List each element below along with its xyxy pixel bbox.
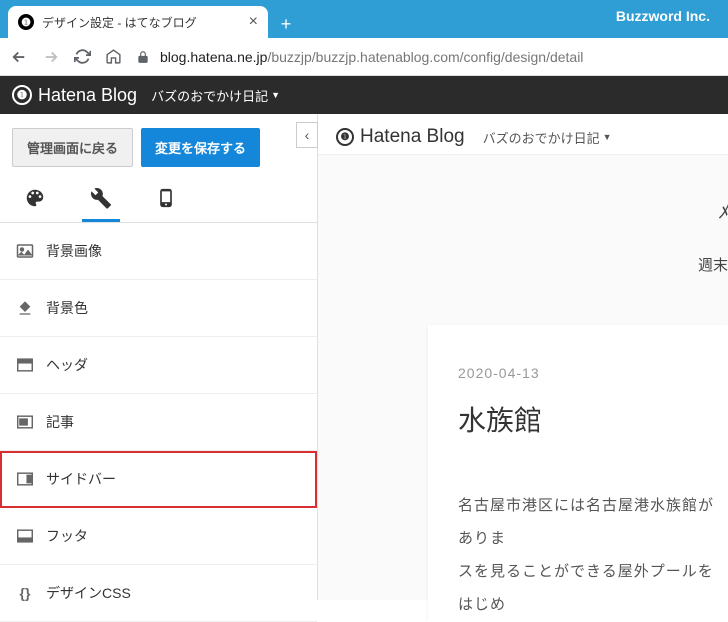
design-sidebar: 管理画面に戻る 変更を保存する 背景画像 bbox=[0, 114, 318, 600]
hatena-favicon: ❶ bbox=[18, 14, 34, 30]
preview-pane: ‹ ❶ Hatena Blog バズのおでかけ日記 ▼ ﾒ 週末 2020-04… bbox=[318, 114, 728, 600]
hatena-header: ❶ Hatena Blog バズのおでかけ日記 ▼ bbox=[0, 76, 728, 114]
menu-footer[interactable]: フッタ bbox=[0, 508, 317, 565]
paint-icon bbox=[16, 299, 34, 317]
preview-blog-selector[interactable]: バズのおでかけ日記 ▼ bbox=[483, 128, 612, 147]
home-icon[interactable] bbox=[105, 48, 122, 65]
design-menu: 背景画像 背景色 ヘッダ 記事 bbox=[0, 223, 317, 622]
hatena-logo-icon: ❶ bbox=[336, 128, 354, 146]
back-icon[interactable] bbox=[10, 48, 28, 66]
back-to-admin-button[interactable]: 管理画面に戻る bbox=[12, 128, 133, 167]
preview-body: ﾒ 週末 2020-04-13 水族館 名古屋市港区には名古屋港水族館がありま … bbox=[318, 155, 728, 621]
menu-background-color[interactable]: 背景色 bbox=[0, 280, 317, 337]
hatena-logo[interactable]: ❶ Hatena Blog bbox=[12, 85, 137, 106]
menu-design-css[interactable]: {} デザインCSS bbox=[0, 565, 317, 622]
menu-header[interactable]: ヘッダ bbox=[0, 337, 317, 394]
browser-titlebar: ❶ デザイン設定 - はてなブログ × + Buzzword Inc. bbox=[0, 0, 728, 38]
menu-sidebar[interactable]: サイドバー bbox=[0, 451, 317, 508]
preview-hatena-logo[interactable]: ❶ Hatena Blog bbox=[336, 126, 465, 148]
preview-article: 2020-04-13 水族館 名古屋市港区には名古屋港水族館がありま スを見るこ… bbox=[428, 325, 728, 621]
url-text: blog.hatena.ne.jp/buzzjp/buzzjp.hatenabl… bbox=[160, 49, 583, 65]
code-icon: {} bbox=[16, 585, 34, 601]
article-body: 名古屋市港区には名古屋港水族館がありま スを見ることができる屋外プールをはじめ bbox=[458, 489, 728, 621]
tab-palette[interactable] bbox=[16, 181, 54, 222]
hatena-logo-icon: ❶ bbox=[12, 85, 32, 105]
chevron-down-icon: ▼ bbox=[271, 90, 280, 100]
save-button[interactable]: 変更を保存する bbox=[141, 128, 260, 167]
preview-header: ❶ Hatena Blog バズのおでかけ日記 ▼ bbox=[318, 114, 728, 155]
url-bar[interactable]: blog.hatena.ne.jp/buzzjp/buzzjp.hatenabl… bbox=[136, 49, 583, 65]
sidebar-actions: 管理画面に戻る 変更を保存する bbox=[0, 114, 317, 181]
menu-article[interactable]: 記事 bbox=[0, 394, 317, 451]
blog-selector[interactable]: バズのおでかけ日記 ▼ bbox=[151, 86, 280, 105]
article-date[interactable]: 2020-04-13 bbox=[458, 365, 728, 381]
new-tab-button[interactable]: + bbox=[272, 10, 300, 38]
hatena-logo-text: Hatena Blog bbox=[38, 85, 137, 106]
lock-icon bbox=[136, 50, 150, 64]
tab-title: デザイン設定 - はてなブログ bbox=[42, 14, 241, 31]
image-icon bbox=[16, 243, 34, 259]
tab-customize[interactable] bbox=[82, 181, 120, 222]
forward-icon[interactable] bbox=[42, 48, 60, 66]
close-tab-icon[interactable]: × bbox=[249, 14, 258, 30]
article-title[interactable]: 水族館 bbox=[458, 399, 728, 439]
tab-mobile[interactable] bbox=[148, 181, 184, 222]
brand-label: Buzzword Inc. bbox=[616, 8, 710, 24]
footer-layout-icon bbox=[16, 529, 34, 543]
sidebar-layout-icon bbox=[16, 472, 34, 486]
article-layout-icon bbox=[16, 415, 34, 429]
chevron-down-icon: ▼ bbox=[603, 132, 612, 142]
design-tabs bbox=[0, 181, 317, 223]
menu-background-image[interactable]: 背景画像 bbox=[0, 223, 317, 280]
content: 管理画面に戻る 変更を保存する 背景画像 bbox=[0, 114, 728, 600]
header-layout-icon bbox=[16, 358, 34, 372]
reload-icon[interactable] bbox=[74, 48, 91, 65]
collapse-sidebar-button[interactable]: ‹ bbox=[296, 122, 318, 148]
preview-teaser: ﾒ 週末 bbox=[348, 195, 728, 275]
chevron-left-icon: ‹ bbox=[305, 127, 310, 143]
browser-toolbar: blog.hatena.ne.jp/buzzjp/buzzjp.hatenabl… bbox=[0, 38, 728, 76]
browser-tab[interactable]: ❶ デザイン設定 - はてなブログ × bbox=[8, 6, 268, 38]
